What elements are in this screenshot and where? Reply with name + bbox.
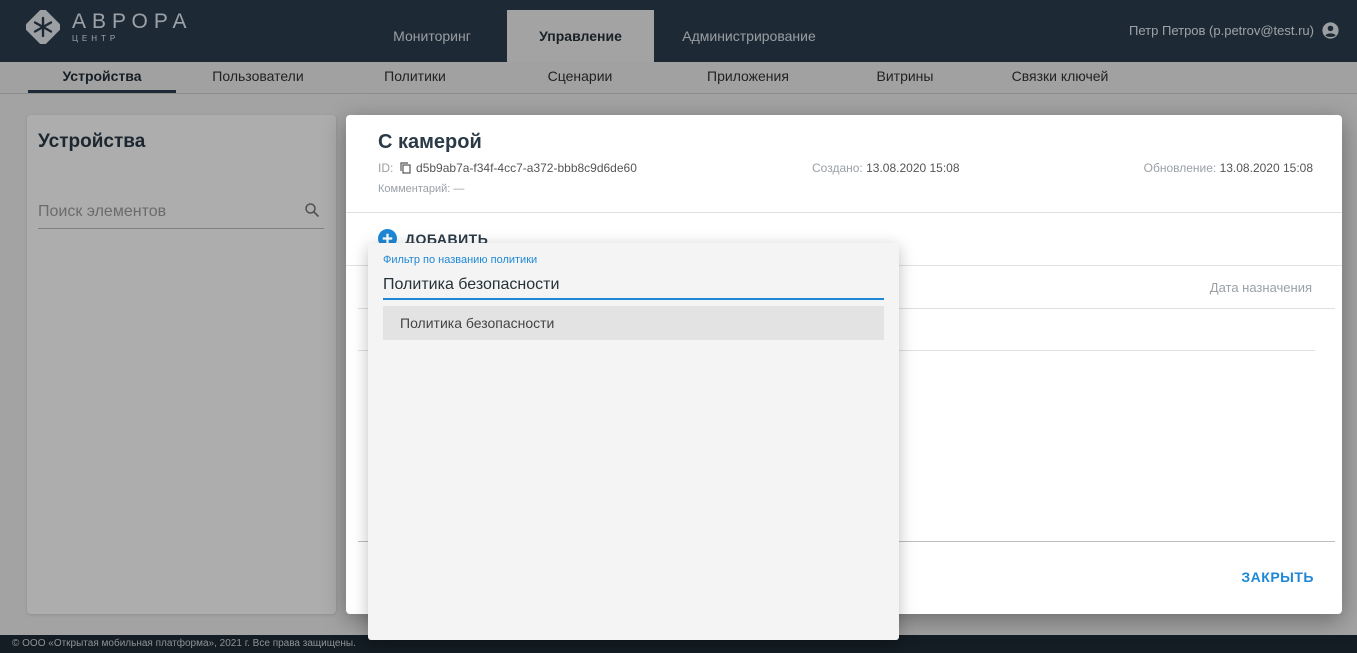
id-value: d5b9ab7a-f34f-4cc7-a372-bbb8c9d6de60 [416,161,637,175]
dialog-title: С камерой [378,131,482,153]
policy-filter-input[interactable] [383,272,884,300]
column-header-assign-date: Дата назначения [1209,280,1312,295]
updated-date: Обновление: 13.08.2020 15:08 [1144,161,1313,175]
updated-value: 13.08.2020 15:08 [1219,161,1313,175]
policy-option[interactable]: Политика безопасности [383,306,884,340]
filter-label: Фильтр по названию политики [383,254,538,266]
comment: Комментарий: — [378,183,465,195]
copy-icon[interactable] [400,162,411,174]
close-button[interactable]: ЗАКРЫТЬ [1241,569,1314,585]
created-date: Создано: 13.08.2020 15:08 [812,161,960,175]
created-label: Создано: [812,161,863,175]
created-value: 13.08.2020 15:08 [866,161,960,175]
policy-filter-popup: Фильтр по названию политики Политика без… [368,243,899,640]
device-id: ID: d5b9ab7a-f34f-4cc7-a372-bbb8c9d6de60 [378,161,637,175]
id-label: ID: [378,161,394,175]
divider [346,212,1342,213]
updated-label: Обновление: [1143,161,1217,175]
